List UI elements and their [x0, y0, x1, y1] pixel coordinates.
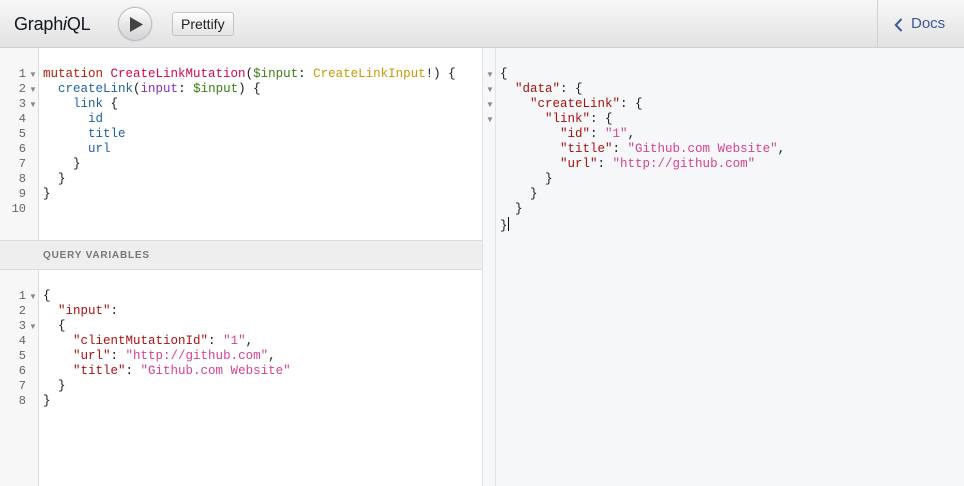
line-number: 10: [11, 202, 26, 216]
line-number: 2: [18, 82, 26, 96]
line-number: 4: [18, 112, 26, 126]
fold-marker-icon[interactable]: ▼: [29, 289, 37, 304]
line-number: 6: [18, 364, 26, 378]
line-number: 7: [18, 157, 26, 171]
code-line: "input":: [58, 304, 119, 318]
line-number: 7: [18, 379, 26, 393]
query-code[interactable]: mutation CreateLinkMutation($input: Crea…: [43, 67, 456, 217]
code-line: mutation CreateLinkMutation($input: Crea…: [43, 67, 456, 81]
fold-marker-icon[interactable]: ▼: [486, 112, 494, 127]
fold-marker-icon[interactable]: ▼: [29, 319, 37, 334]
query-variables-title: QUERY VARIABLES: [43, 250, 150, 261]
fold-marker-icon[interactable]: ▼: [29, 97, 37, 112]
variables-gutter: 1 ▼ 2 3 ▼ 4 5 6 7 8: [0, 270, 39, 486]
query-variables-editor[interactable]: 1 ▼ 2 3 ▼ 4 5 6 7 8 { "input": { "clientMutationI…: [0, 270, 482, 486]
variables-code[interactable]: { "input": { "clientMutationId": "1", "u…: [43, 289, 291, 409]
line-number: 6: [18, 142, 26, 156]
code-line: createLink(input: $input) {: [58, 82, 261, 96]
prettify-button[interactable]: Prettify: [172, 12, 234, 36]
query-variables-header[interactable]: QUERY VARIABLES: [0, 240, 482, 270]
fold-marker-icon[interactable]: ▼: [486, 97, 494, 112]
code-line: }: [500, 217, 509, 233]
code-line: "id": "1",: [560, 127, 636, 141]
line-number: 2: [18, 304, 26, 318]
docs-label: Docs: [911, 15, 946, 32]
code-line: "clientMutationId": "1",: [73, 334, 254, 348]
code-line: }: [500, 172, 553, 186]
line-number: 5: [18, 349, 26, 363]
fold-marker-icon[interactable]: ▼: [486, 82, 494, 97]
line-number: 3: [18, 319, 26, 333]
code-line: id: [88, 112, 104, 126]
code-line: url: [88, 142, 111, 156]
toolbar: GraphiQL Prettify Docs: [0, 0, 964, 48]
line-number: 8: [18, 394, 26, 408]
code-line: "data": {: [515, 82, 583, 96]
code-line: }: [500, 202, 523, 216]
code-line: {: [43, 319, 66, 333]
code-line: {: [500, 67, 508, 81]
code-line: title: [88, 127, 126, 141]
code-line: {: [43, 289, 51, 303]
result-code: { "data": { "createLink": { "link": { "i…: [500, 67, 785, 234]
line-number: 1: [18, 289, 26, 303]
code-line: }: [43, 187, 51, 201]
line-number: 5: [18, 127, 26, 141]
code-line: "createLink": {: [530, 97, 643, 111]
code-line: }: [43, 394, 51, 408]
line-number: 3: [18, 97, 26, 111]
code-line: }: [43, 172, 66, 186]
chevron-left-icon: [894, 18, 903, 32]
code-line: "url": "http://github.com",: [73, 349, 276, 363]
result-gutter: ▼ ▼ ▼ ▼: [483, 48, 496, 486]
code-line: }: [43, 379, 66, 393]
code-line: "url": "http://github.com": [560, 157, 756, 171]
app-title: GraphiQL: [14, 14, 91, 34]
line-number: 9: [18, 187, 26, 201]
text-cursor: [507, 217, 509, 231]
code-line: link {: [73, 97, 119, 111]
code-line: "link": {: [545, 112, 613, 126]
fold-marker-icon[interactable]: ▼: [29, 82, 37, 97]
line-number: 8: [18, 172, 26, 186]
docs-explorer-toggle: Docs: [877, 0, 964, 48]
query-editor[interactable]: 1 ▼ 2 ▼ 3 ▼ 4 5 6 7 8 9 10 mutation CreateLinkMutati…: [0, 48, 482, 240]
code-line: "title": "Github.com Website",: [560, 142, 786, 156]
execute-query-button[interactable]: [118, 7, 152, 41]
code-line: }: [500, 187, 538, 201]
line-number: 1: [18, 67, 26, 81]
result-pane[interactable]: ▼ ▼ ▼ ▼ { "data": { "createLink": { "link":…: [483, 48, 964, 486]
fold-marker-icon[interactable]: ▼: [29, 67, 37, 82]
code-line: "title": "Github.com Website": [73, 364, 291, 378]
play-icon: [130, 17, 143, 32]
fold-marker-icon[interactable]: ▼: [486, 67, 494, 82]
line-number: 4: [18, 334, 26, 348]
editor-pane: 1 ▼ 2 ▼ 3 ▼ 4 5 6 7 8 9 10 mutation CreateLinkMutati…: [0, 48, 483, 486]
code-line: }: [43, 157, 81, 171]
query-gutter: 1 ▼ 2 ▼ 3 ▼ 4 5 6 7 8 9 10: [0, 48, 39, 240]
